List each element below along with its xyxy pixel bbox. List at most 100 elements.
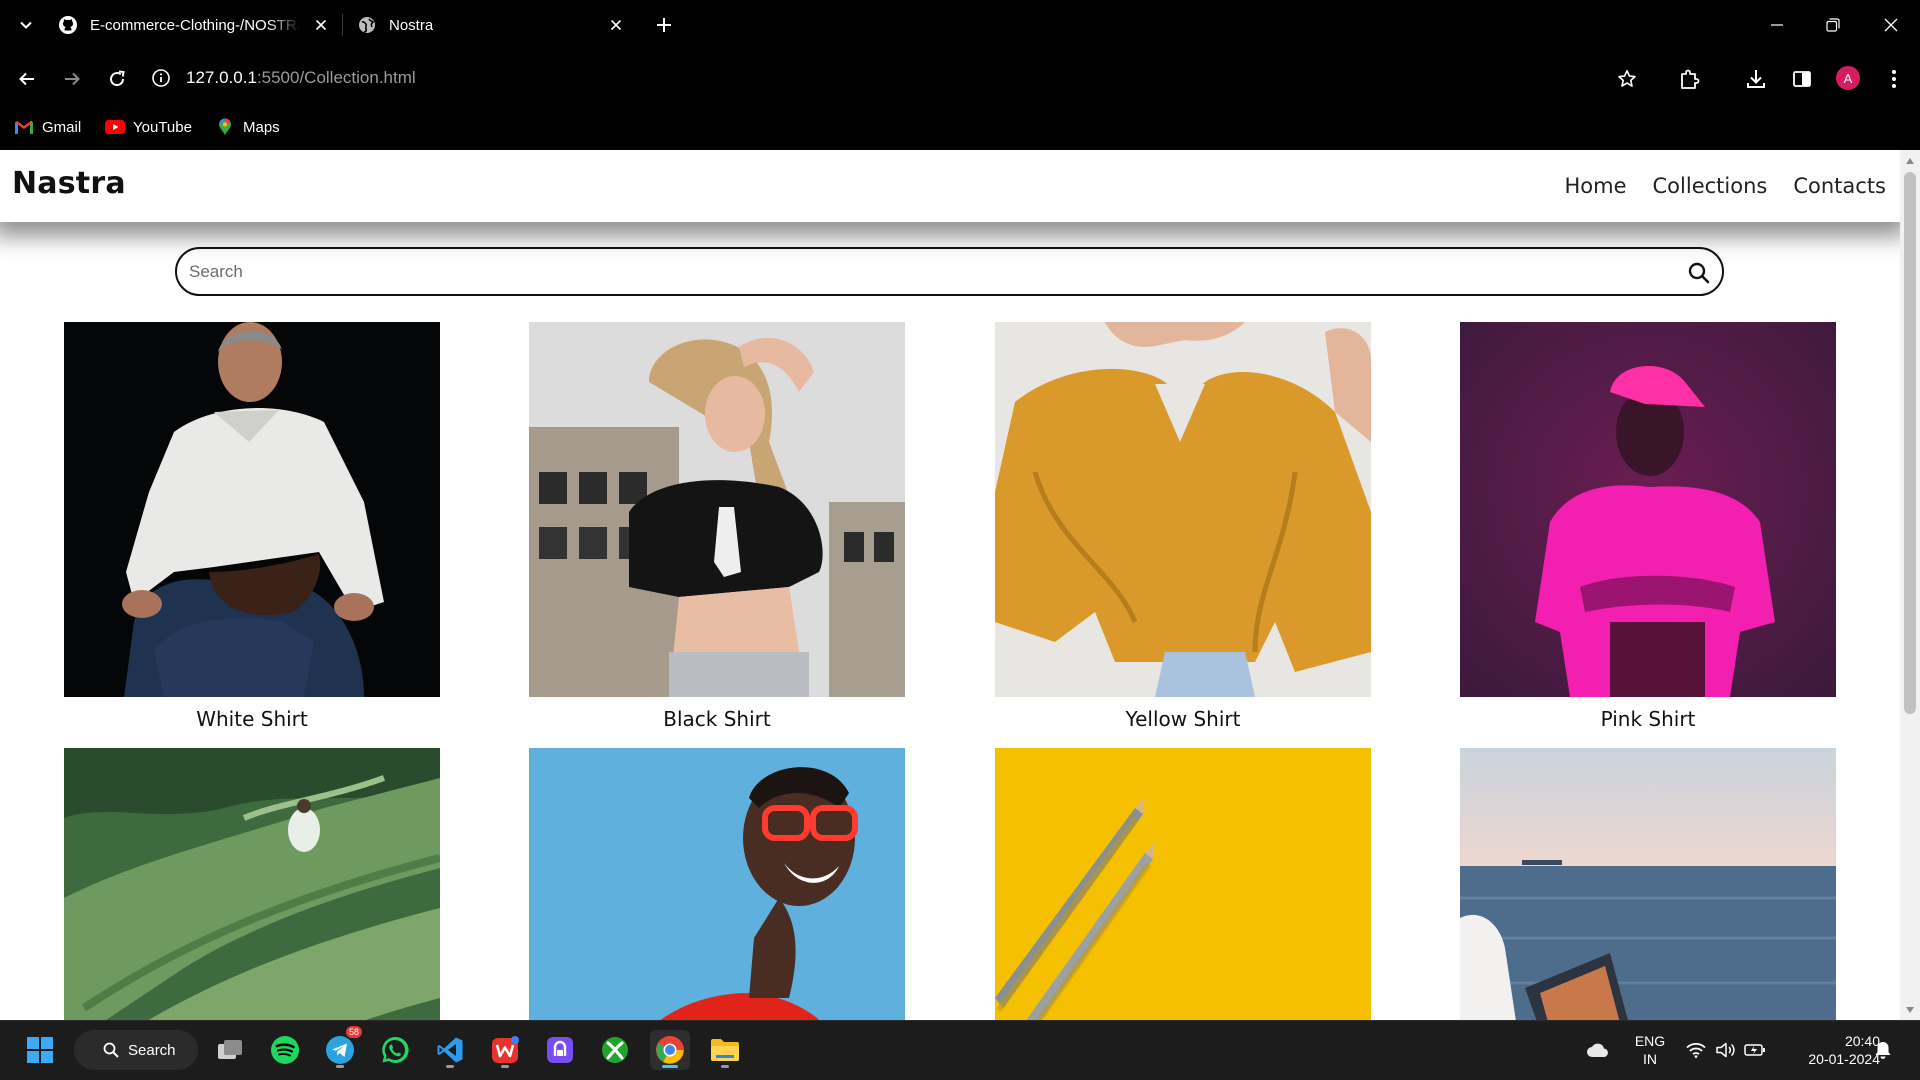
github-icon xyxy=(58,15,78,35)
browser-tab-nostra[interactable]: Nostra xyxy=(357,8,632,42)
bookmark-maps[interactable]: Maps xyxy=(215,115,280,139)
product-image[interactable] xyxy=(64,748,440,1020)
profile-avatar[interactable]: A xyxy=(1836,66,1860,90)
taskbar-clock[interactable]: 20:40 20-01-2024 xyxy=(1780,1032,1880,1068)
gmail-icon xyxy=(14,119,34,135)
search-bar xyxy=(175,247,1724,296)
scroll-up-arrow-icon[interactable] xyxy=(1905,156,1915,166)
task-view-icon[interactable] xyxy=(210,1030,250,1070)
clock-time: 20:40 xyxy=(1844,1033,1880,1049)
region-code: IN xyxy=(1643,1051,1657,1067)
url-path: :5500/Collection.html xyxy=(256,68,416,87)
battery-charging-icon[interactable] xyxy=(1744,1030,1766,1070)
spotify-icon[interactable] xyxy=(265,1030,305,1070)
wifi-icon[interactable] xyxy=(1686,1030,1706,1070)
bookmark-label: Maps xyxy=(243,118,280,136)
chrome-icon[interactable] xyxy=(650,1030,690,1070)
download-icon[interactable] xyxy=(1743,66,1769,92)
side-panel-icon[interactable] xyxy=(1789,66,1815,92)
product-card[interactable] xyxy=(1460,748,1836,1020)
clock-date: 20-01-2024 xyxy=(1808,1051,1880,1067)
tab-title: E-commerce-Clothing-/NOSTRA xyxy=(90,16,300,34)
youtube-icon xyxy=(105,119,125,135)
globe-icon xyxy=(357,15,377,35)
product-card[interactable]: White Shirt xyxy=(64,322,440,731)
running-indicator xyxy=(446,1065,454,1068)
bookmark-gmail[interactable]: Gmail xyxy=(14,115,81,139)
close-icon[interactable] xyxy=(607,16,625,34)
product-image-pink-shirt[interactable] xyxy=(1460,322,1836,697)
xbox-icon[interactable] xyxy=(595,1030,635,1070)
vscode-icon[interactable] xyxy=(430,1030,470,1070)
tab-divider xyxy=(342,14,343,36)
product-image-yellow-shirt[interactable] xyxy=(995,322,1371,697)
product-name: Yellow Shirt xyxy=(1125,707,1241,731)
file-explorer-icon[interactable] xyxy=(705,1030,745,1070)
wps-office-icon[interactable] xyxy=(485,1030,525,1070)
search-icon[interactable] xyxy=(1686,260,1712,286)
window-close-icon[interactable] xyxy=(1878,12,1904,38)
nav-home-link[interactable]: Home xyxy=(1565,174,1627,198)
product-card[interactable] xyxy=(995,748,1371,1020)
product-card[interactable] xyxy=(64,748,440,1020)
running-indicator xyxy=(501,1065,509,1068)
language-code: ENG xyxy=(1634,1033,1666,1049)
product-image[interactable] xyxy=(529,748,905,1020)
input-language-indicator[interactable]: ENG IN xyxy=(1630,1032,1670,1068)
maps-icon xyxy=(215,118,235,135)
forward-arrow-icon[interactable] xyxy=(59,66,85,92)
telegram-icon[interactable]: 58 xyxy=(320,1026,362,1070)
notification-badge: 58 xyxy=(345,1026,362,1038)
whatsapp-icon[interactable] xyxy=(375,1030,415,1070)
running-indicator xyxy=(721,1065,729,1068)
scrollbar-thumb[interactable] xyxy=(1904,172,1916,714)
product-card[interactable] xyxy=(529,748,905,1020)
web-page: Nastra Home Collections Contacts Search … xyxy=(0,150,1900,1020)
product-image-white-shirt[interactable] xyxy=(64,322,440,697)
running-indicator xyxy=(662,1065,678,1068)
taskbar-search[interactable]: Search xyxy=(74,1030,198,1070)
close-icon[interactable] xyxy=(312,16,330,34)
notification-bell-icon[interactable] xyxy=(1874,1030,1892,1070)
bookmarks-bar xyxy=(0,108,1920,150)
site-info-icon[interactable] xyxy=(150,67,172,89)
back-arrow-icon[interactable] xyxy=(14,66,40,92)
product-image[interactable] xyxy=(1460,748,1836,1020)
volume-icon[interactable] xyxy=(1716,1030,1736,1070)
bookmark-label: Gmail xyxy=(42,118,82,136)
more-menu-icon[interactable] xyxy=(1881,66,1907,92)
site-header: Nastra Home Collections Contacts xyxy=(0,150,1900,222)
product-image-black-shirt[interactable] xyxy=(529,322,905,697)
extensions-icon[interactable] xyxy=(1677,66,1703,92)
site-nav: Home Collections Contacts xyxy=(1565,174,1887,198)
product-card[interactable]: Yellow Shirt xyxy=(995,322,1371,731)
tab-title: Nostra xyxy=(389,16,434,34)
product-card[interactable]: Black Shirt xyxy=(529,322,905,731)
chevron-down-icon[interactable] xyxy=(14,13,38,37)
proton-app-icon[interactable] xyxy=(540,1030,580,1070)
bookmark-youtube[interactable]: YouTube xyxy=(105,115,192,139)
restore-icon[interactable] xyxy=(1820,12,1846,38)
product-card[interactable]: Pink Shirt xyxy=(1460,322,1836,731)
onedrive-cloud-icon[interactable] xyxy=(1586,1030,1610,1070)
site-logo[interactable]: Nastra xyxy=(12,166,126,201)
search-input[interactable] xyxy=(189,257,1639,287)
reload-icon[interactable] xyxy=(104,66,130,92)
browser-tab-github[interactable]: E-commerce-Clothing-/NOSTRA xyxy=(58,8,333,42)
new-tab-plus-icon[interactable] xyxy=(652,13,676,37)
nav-contacts-link[interactable]: Contacts xyxy=(1793,174,1886,198)
page-scrollbar[interactable] xyxy=(1900,150,1920,1020)
product-name: White Shirt xyxy=(196,707,308,731)
address-bar[interactable]: 127.0.0.1:5500/Collection.html xyxy=(150,60,416,96)
product-image[interactable] xyxy=(995,748,1371,1020)
bookmark-star-icon[interactable] xyxy=(1614,66,1640,92)
browser-tab-strip: E-commerce-Clothing-/NOSTRA Nostra xyxy=(0,0,1920,50)
running-indicator xyxy=(336,1065,344,1068)
product-name: Pink Shirt xyxy=(1600,707,1696,731)
nav-collections-link[interactable]: Collections xyxy=(1653,174,1768,198)
minimize-icon[interactable] xyxy=(1764,12,1790,38)
bookmark-label: YouTube xyxy=(133,118,192,136)
search-icon xyxy=(102,1041,120,1059)
scroll-down-arrow-icon[interactable] xyxy=(1905,1005,1915,1015)
start-windows-icon[interactable] xyxy=(20,1030,60,1070)
